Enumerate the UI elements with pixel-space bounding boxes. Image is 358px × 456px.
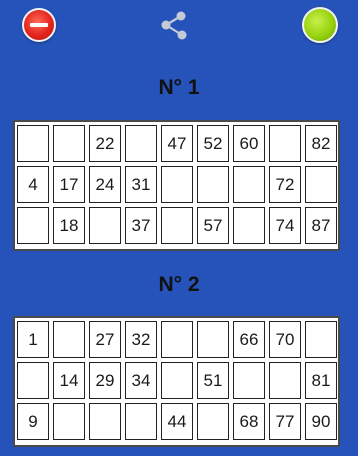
number-cell[interactable]: 47 — [161, 125, 193, 162]
number-cell[interactable] — [125, 125, 157, 162]
number-cell[interactable]: 70 — [269, 321, 301, 358]
number-cell[interactable]: 22 — [89, 125, 121, 162]
number-cell[interactable]: 24 — [89, 166, 121, 203]
number-cell[interactable]: 34 — [125, 362, 157, 399]
number-cell[interactable]: 90 — [305, 403, 337, 440]
number-cell[interactable] — [17, 207, 49, 244]
card-title: N° 2 — [158, 273, 200, 296]
number-cell[interactable] — [53, 403, 85, 440]
number-cell[interactable]: 37 — [125, 207, 157, 244]
number-cell[interactable] — [269, 362, 301, 399]
number-cell[interactable]: 31 — [125, 166, 157, 203]
remove-card-button[interactable] — [22, 8, 56, 42]
number-cell[interactable]: 66 — [233, 321, 265, 358]
number-cell[interactable] — [197, 321, 229, 358]
bingo-card: 22 47 52 60 82 4 17 24 31 72 18 37 57 74 87 — [13, 120, 340, 251]
number-cell[interactable]: 9 — [17, 403, 49, 440]
bingo-card: 1 27 32 66 70 14 29 34 51 81 9 44 68 77 90 — [13, 316, 340, 447]
minus-icon — [30, 23, 48, 27]
number-cell[interactable] — [161, 207, 193, 244]
number-cell[interactable]: 68 — [233, 403, 265, 440]
number-cell[interactable]: 57 — [197, 207, 229, 244]
share-button[interactable] — [157, 9, 191, 43]
number-cell[interactable]: 87 — [305, 207, 337, 244]
number-cell[interactable]: 18 — [53, 207, 85, 244]
number-cell[interactable] — [305, 166, 337, 203]
top-toolbar — [0, 0, 358, 52]
number-cell[interactable]: 1 — [17, 321, 49, 358]
card-grid: 1 27 32 66 70 14 29 34 51 81 9 44 68 77 90 — [17, 321, 337, 440]
number-cell[interactable]: 82 — [305, 125, 337, 162]
number-cell[interactable] — [233, 362, 265, 399]
number-cell[interactable]: 81 — [305, 362, 337, 399]
status-indicator-button[interactable] — [302, 7, 338, 43]
number-cell[interactable] — [305, 321, 337, 358]
number-cell[interactable]: 51 — [197, 362, 229, 399]
number-cell[interactable] — [89, 207, 121, 244]
number-cell[interactable] — [233, 207, 265, 244]
number-cell[interactable]: 14 — [53, 362, 85, 399]
number-cell[interactable] — [197, 403, 229, 440]
number-cell[interactable] — [17, 125, 49, 162]
number-cell[interactable] — [161, 166, 193, 203]
number-cell[interactable]: 29 — [89, 362, 121, 399]
number-cell[interactable]: 60 — [233, 125, 265, 162]
card-grid: 22 47 52 60 82 4 17 24 31 72 18 37 57 74 87 — [17, 125, 337, 244]
number-cell[interactable]: 52 — [197, 125, 229, 162]
number-cell[interactable] — [197, 166, 229, 203]
card-title: N° 1 — [158, 76, 200, 99]
number-cell[interactable] — [17, 362, 49, 399]
number-cell[interactable]: 72 — [269, 166, 301, 203]
number-cell[interactable]: 77 — [269, 403, 301, 440]
number-cell[interactable] — [161, 362, 193, 399]
number-cell[interactable]: 17 — [53, 166, 85, 203]
number-cell[interactable] — [269, 125, 301, 162]
number-cell[interactable]: 32 — [125, 321, 157, 358]
share-icon — [161, 11, 187, 40]
number-cell[interactable]: 4 — [17, 166, 49, 203]
number-cell[interactable]: 27 — [89, 321, 121, 358]
number-cell[interactable]: 74 — [269, 207, 301, 244]
number-cell[interactable] — [53, 125, 85, 162]
number-cell[interactable] — [233, 166, 265, 203]
number-cell[interactable] — [161, 321, 193, 358]
number-cell[interactable] — [89, 403, 121, 440]
number-cell[interactable]: 44 — [161, 403, 193, 440]
number-cell[interactable] — [53, 321, 85, 358]
number-cell[interactable] — [125, 403, 157, 440]
